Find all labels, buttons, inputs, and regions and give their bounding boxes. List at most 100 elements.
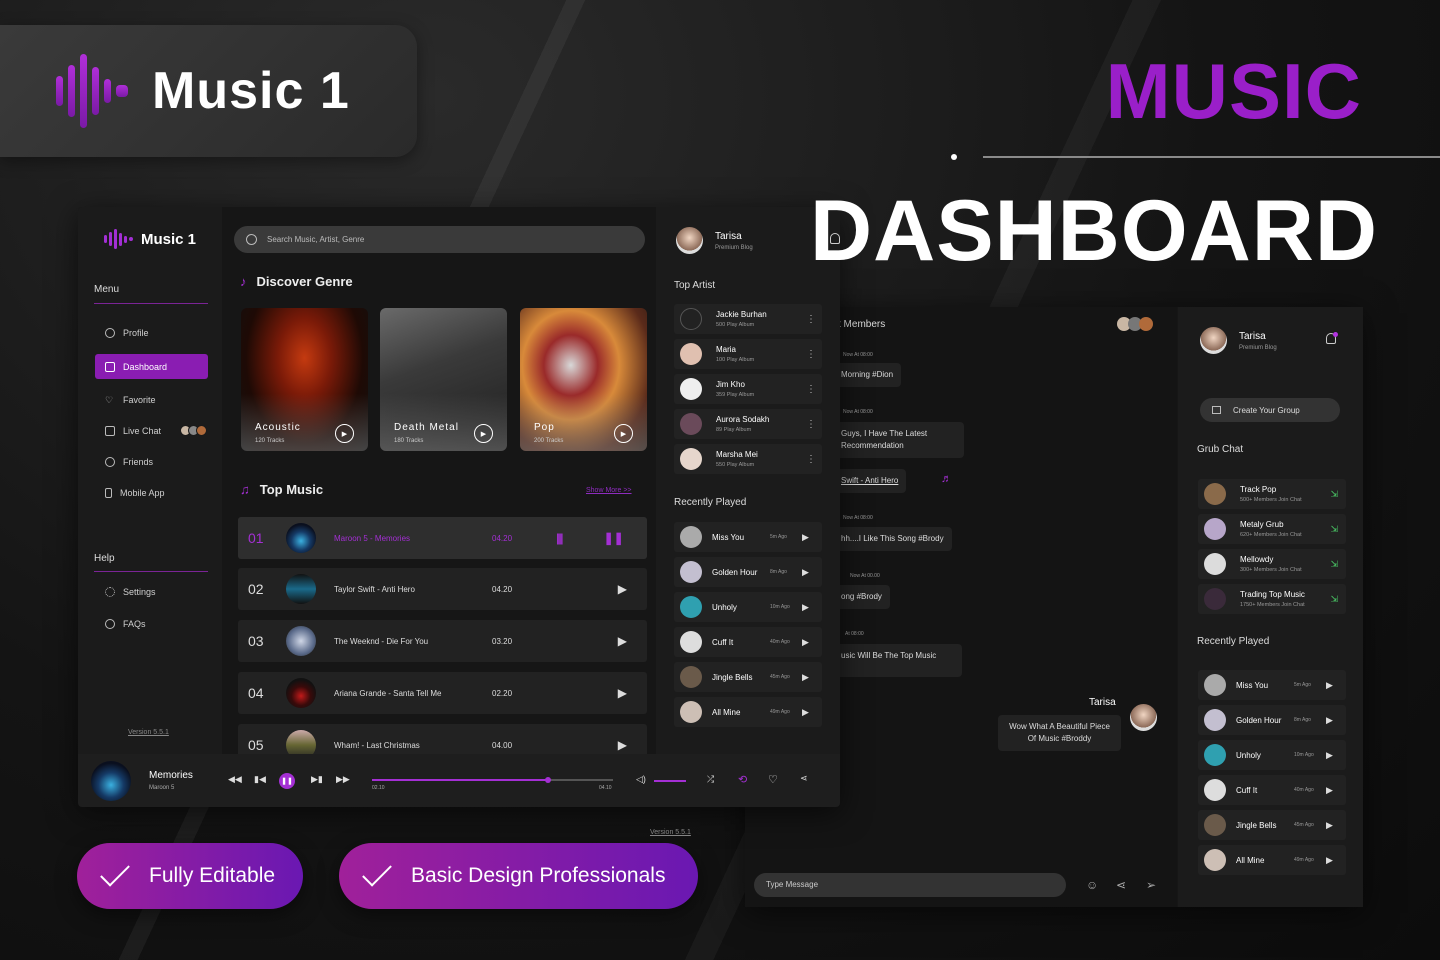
play-icon[interactable]: ▶ <box>1326 855 1333 866</box>
join-icon[interactable]: ⇲ <box>1330 524 1338 535</box>
play-icon[interactable]: ▶ <box>802 672 809 683</box>
play-icon[interactable]: ▶ <box>1326 750 1333 761</box>
version-link[interactable]: Version 5.5.1 <box>128 729 169 736</box>
shuffle-icon[interactable]: ⤮ <box>707 774 714 785</box>
volume-slider[interactable] <box>654 780 686 782</box>
play-icon[interactable]: ▶ <box>802 707 809 718</box>
repeat-icon[interactable]: ⟲ <box>738 773 747 786</box>
message-input[interactable]: Type Message <box>754 873 1066 897</box>
recent-row[interactable]: Jingle Bells 45m Ago ▶ <box>1198 810 1346 840</box>
join-icon[interactable]: ⇲ <box>1330 489 1338 500</box>
pause-icon[interactable]: ❚❚ <box>604 531 624 545</box>
sidebar-logo[interactable]: Music 1 <box>104 229 196 249</box>
play-icon[interactable]: ▶ <box>1326 820 1333 831</box>
sidebar-item-profile[interactable]: Profile <box>95 320 208 345</box>
more-icon[interactable]: ⋮ <box>806 384 816 395</box>
play-icon[interactable]: ▶ <box>1326 785 1333 796</box>
play-icon[interactable]: ▶ <box>802 532 809 543</box>
chat-version-link[interactable]: Version 5.5.1 <box>650 829 691 836</box>
emoji-icon[interactable]: ☺ <box>1086 878 1098 892</box>
play-icon[interactable]: ▶ <box>614 424 633 443</box>
artist-row[interactable]: Jackie Burhan 500 Play Album ⋮ <box>674 304 822 334</box>
recent-row[interactable]: Unholy 10m Ago ▶ <box>674 592 822 622</box>
recent-row[interactable]: Unholy 10m Ago ▶ <box>1198 740 1346 770</box>
play-icon[interactable]: ▶ <box>618 634 627 648</box>
more-icon[interactable]: ⋮ <box>806 419 816 430</box>
genre-card-pop[interactable]: Pop 200 Tracks ▶ <box>520 308 647 451</box>
recent-row[interactable]: All Mine 49m Ago ▶ <box>674 697 822 727</box>
more-icon[interactable]: ⋮ <box>806 454 816 465</box>
play-icon[interactable]: ▶ <box>618 582 627 596</box>
track-row[interactable]: 02 Taylor Swift - Anti Hero 04.20 ▶ <box>238 568 647 610</box>
group-row[interactable]: Trading Top Music 1750+ Members Join Chat… <box>1198 584 1346 614</box>
search-input[interactable]: Search Music, Artist, Genre <box>267 235 364 244</box>
bell-icon[interactable] <box>1326 332 1338 344</box>
track-row[interactable]: 04 Ariana Grande - Santa Tell Me 02.20 ▶ <box>238 672 647 714</box>
chat-song-share[interactable]: Swift - Anti Hero <box>833 469 907 493</box>
group-row[interactable]: Metaly Grub 620+ Members Join Chat ⇲ <box>1198 514 1346 544</box>
play-icon[interactable]: ▶ <box>802 567 809 578</box>
genre-card-death-metal[interactable]: Death Metal 180 Tracks ▶ <box>380 308 507 451</box>
sidebar-item-friends[interactable]: Friends <box>95 449 208 474</box>
volume-icon[interactable]: ◁) <box>636 774 646 785</box>
more-icon[interactable]: ⋮ <box>806 349 816 360</box>
group-row[interactable]: Track Pop 500+ Members Join Chat ⇲ <box>1198 479 1346 509</box>
sidebar-item-dashboard[interactable]: Dashboard <box>95 354 208 379</box>
profile[interactable]: Tarisa Premium Blog <box>1200 327 1277 354</box>
recent-row[interactable]: Golden Hour 8m Ago ▶ <box>1198 705 1346 735</box>
pause-button[interactable]: ❚❚ <box>279 773 295 789</box>
heart-icon[interactable]: ♡ <box>768 773 778 786</box>
profile[interactable]: Tarisa Premium Blog <box>676 227 753 254</box>
artist-row[interactable]: Aurora Sodakh 89 Play Album ⋮ <box>674 409 822 439</box>
artist-row[interactable]: Maria 100 Play Album ⋮ <box>674 339 822 369</box>
send-icon[interactable]: ➢ <box>1146 878 1156 892</box>
chat-time: Now At 08:00 <box>843 409 873 415</box>
music-note-icon[interactable]: ♬ <box>941 473 952 485</box>
play-icon[interactable]: ▶ <box>802 602 809 613</box>
play-icon[interactable]: ▶ <box>618 738 627 752</box>
self-name: Tarisa <box>1089 697 1116 708</box>
show-more-link[interactable]: Show More >> <box>586 487 632 494</box>
recent-row[interactable]: Golden Hour 8m Ago ▶ <box>674 557 822 587</box>
join-icon[interactable]: ⇲ <box>1330 559 1338 570</box>
share-icon[interactable]: ⋖ <box>1116 878 1126 892</box>
discover-title: ♪ Discover Genre <box>240 274 353 289</box>
share-icon[interactable]: ⋖ <box>800 773 808 784</box>
track-row[interactable]: 03 The Weeknd - Die For You 03.20 ▶ <box>238 620 647 662</box>
play-icon[interactable]: ▶ <box>1326 680 1333 691</box>
top-artist-title: Top Artist <box>674 280 716 291</box>
previous-icon[interactable]: ▮◀ <box>254 774 266 785</box>
play-icon[interactable]: ▶ <box>474 424 493 443</box>
track-row[interactable]: 01 Maroon 5 - Memories 04.20 ||||| ❚❚ <box>238 517 647 559</box>
artist-row[interactable]: Jim Kho 359 Play Album ⋮ <box>674 374 822 404</box>
recent-row[interactable]: Miss You 5m Ago ▶ <box>674 522 822 552</box>
join-icon[interactable]: ⇲ <box>1330 594 1338 605</box>
more-icon[interactable]: ⋮ <box>806 314 816 325</box>
create-group-button[interactable]: Create Your Group <box>1200 398 1340 422</box>
chat-message: Morning #Dion <box>833 363 902 387</box>
sidebar-item-mobile-app[interactable]: Mobile App <box>95 480 208 505</box>
sidebar-item-settings[interactable]: Settings <box>95 579 208 604</box>
logo-icon <box>56 54 128 128</box>
progress-slider[interactable] <box>372 777 613 783</box>
chat-time: Now At 08:00 <box>843 515 873 521</box>
recent-row[interactable]: Jingle Bells 45m Ago ▶ <box>674 662 822 692</box>
recent-row[interactable]: Miss You 5m Ago ▶ <box>1198 670 1346 700</box>
rewind-icon[interactable]: ◀◀ <box>228 774 242 785</box>
recent-row[interactable]: All Mine 49m Ago ▶ <box>1198 845 1346 875</box>
recent-row[interactable]: Cuff It 40m Ago ▶ <box>674 627 822 657</box>
artist-row[interactable]: Marsha Mei 550 Play Album ⋮ <box>674 444 822 474</box>
fast-forward-icon[interactable]: ▶▶ <box>336 774 350 785</box>
recent-row[interactable]: Cuff It 40m Ago ▶ <box>1198 775 1346 805</box>
play-icon[interactable]: ▶ <box>802 637 809 648</box>
search-bar[interactable]: Search Music, Artist, Genre <box>234 226 645 253</box>
sidebar-item-live-chat[interactable]: Live Chat <box>95 418 208 443</box>
sidebar-item-favorite[interactable]: ♡ Favorite <box>95 387 208 412</box>
group-row[interactable]: Mellowdy 300+ Members Join Chat ⇲ <box>1198 549 1346 579</box>
play-icon[interactable]: ▶ <box>335 424 354 443</box>
play-icon[interactable]: ▶ <box>1326 715 1333 726</box>
play-icon[interactable]: ▶ <box>618 686 627 700</box>
sidebar-item-faqs[interactable]: FAQs <box>95 611 208 636</box>
next-icon[interactable]: ▶▮ <box>311 774 323 785</box>
genre-card-acoustic[interactable]: Acoustic 120 Tracks ▶ <box>241 308 368 451</box>
